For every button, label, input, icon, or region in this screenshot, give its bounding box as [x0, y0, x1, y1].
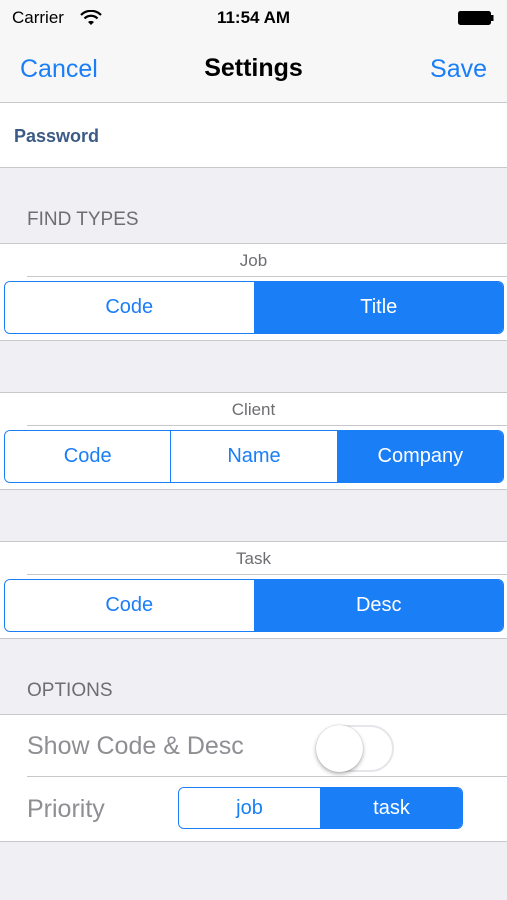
client-segment-company[interactable]: Company [336, 431, 503, 482]
find-types-header: FIND TYPES [27, 209, 139, 230]
toggle-knob[interactable] [316, 725, 363, 772]
client-caption: Client [231, 400, 276, 419]
client-caption-divider [27, 425, 507, 426]
job-caption-divider [27, 276, 507, 277]
password-label: Password [14, 126, 100, 146]
priority-label: Priority [27, 795, 105, 823]
options-divider [27, 776, 507, 777]
task-segment-desc[interactable]: Desc [253, 580, 503, 631]
battery-icon [458, 11, 494, 25]
job-segmented-control: Code Title [4, 281, 504, 334]
task-caption-divider [27, 574, 507, 575]
options-header: OPTIONS [27, 680, 113, 701]
status-time: 11:54 AM [216, 8, 291, 27]
job-caption: Job [239, 251, 268, 270]
priority-segment-job[interactable]: job [179, 788, 320, 828]
task-segment-code[interactable]: Code [5, 580, 254, 631]
priority-segmented-control: job task [178, 787, 463, 829]
client-segmented-control: Code Name Company [4, 430, 504, 483]
task-segmented-control: Code Desc [4, 579, 504, 632]
show-code-desc-label: Show Code & Desc [27, 732, 244, 760]
job-segment-title[interactable]: Title [253, 282, 503, 333]
priority-segment-task[interactable]: task [320, 788, 462, 828]
client-segment-name[interactable]: Name [170, 431, 337, 482]
save-button[interactable]: Save [430, 55, 487, 84]
task-caption: Task [236, 549, 271, 568]
client-segment-code[interactable]: Code [5, 431, 171, 482]
job-segment-code[interactable]: Code [5, 282, 254, 333]
